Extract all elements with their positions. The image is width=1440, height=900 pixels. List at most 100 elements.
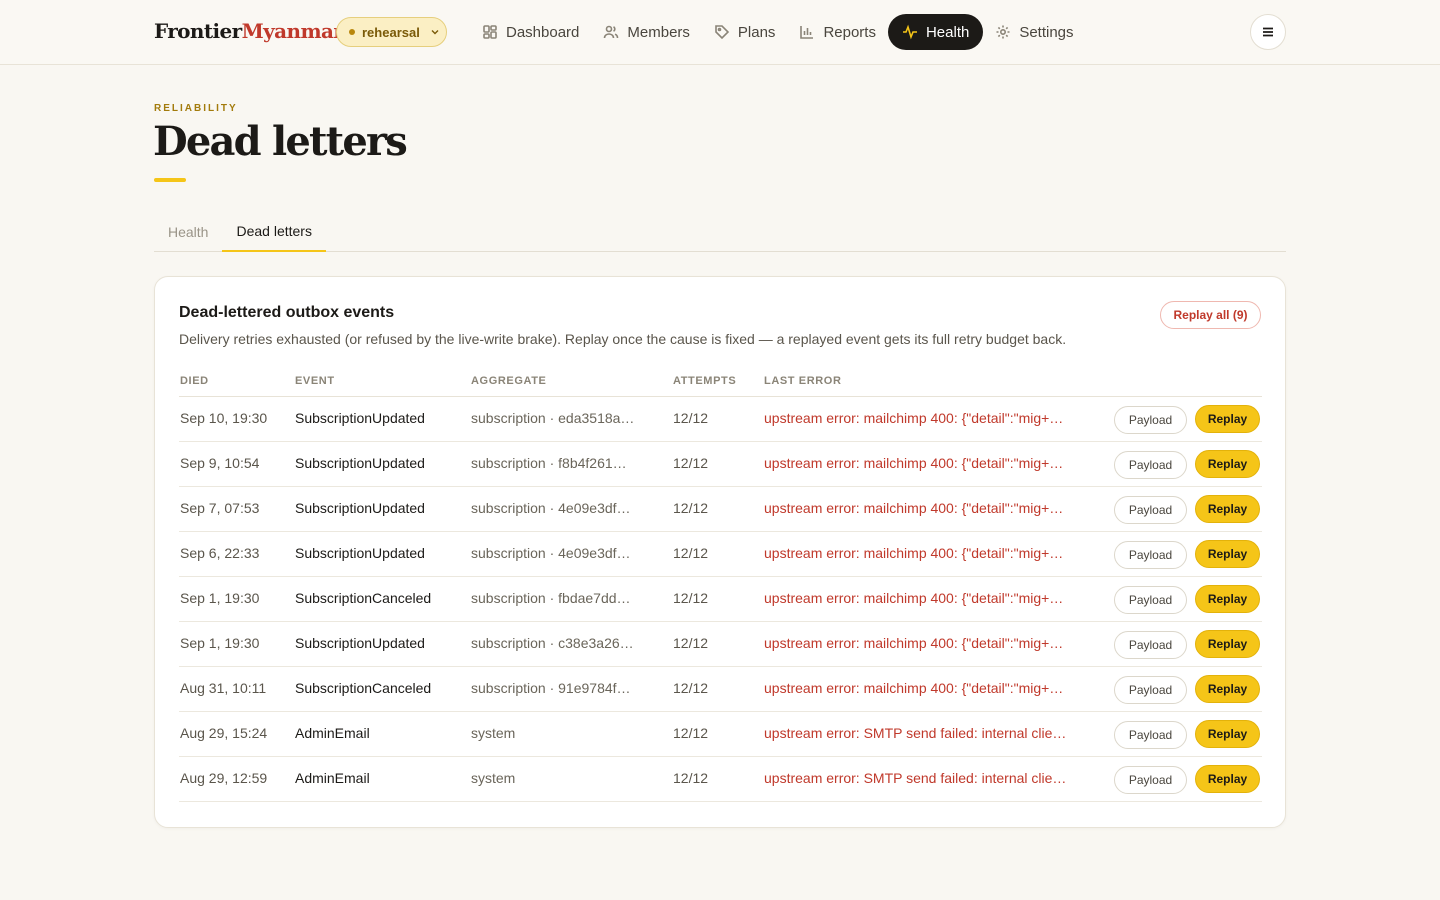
replay-button[interactable]: Replay [1195,675,1260,703]
hamburger-icon [1263,27,1273,37]
replay-button[interactable]: Replay [1195,585,1260,613]
cell-last-error: upstream error: mailchimp 400: {"detail"… [764,590,1064,606]
cell-event: SubscriptionCanceled [295,680,432,696]
tag-icon [715,25,730,40]
cell-aggregate: system [471,770,516,786]
nav-dashboard[interactable]: Dashboard [470,14,591,50]
cell-event: AdminEmail [295,770,370,786]
title-underline [154,178,186,182]
cell-last-error: upstream error: mailchimp 400: {"detail"… [764,500,1064,516]
cell-died: Aug 29, 12:59 [180,770,268,786]
nav-plans[interactable]: Plans [702,14,788,50]
payload-button[interactable]: Payload [1114,406,1187,434]
nav-health[interactable]: Health [887,14,984,50]
cell-event: SubscriptionCanceled [295,590,432,606]
cell-attempts: 12/12 [673,410,709,426]
menu-button[interactable] [1250,14,1286,50]
cell-last-error: upstream error: SMTP send failed: intern… [764,725,1067,741]
nav-health-label: Health [925,23,970,41]
nav-plans-label: Plans [737,23,776,41]
cell-aggregate: subscription · fbdae7dd… [471,590,631,606]
nav-reports[interactable]: Reports [787,14,888,50]
bar-chart-icon [800,26,814,39]
table-row: Sep 1, 19:30 SubscriptionCanceled subscrip… [179,577,1262,622]
table-row: Aug 29, 15:24 AdminEmail system 12/12 upstre… [179,712,1262,757]
nav-settings[interactable]: Settings [983,14,1085,50]
cell-died: Sep 6, 22:33 [180,545,260,561]
replay-button[interactable]: Replay [1195,450,1260,478]
table-row: Aug 29, 12:59 AdminEmail system 12/12 upstre… [179,757,1262,802]
cell-attempts: 12/12 [673,725,709,741]
payload-button[interactable]: Payload [1114,676,1187,704]
col-event: EVENT [295,375,335,387]
replay-button[interactable]: Replay [1195,540,1260,568]
payload-button[interactable]: Payload [1114,496,1187,524]
environment-selector[interactable]: rehearsal [336,17,447,47]
cell-aggregate: subscription · c38e3a26… [471,635,634,651]
cell-attempts: 12/12 [673,545,709,561]
dead-letters-table: DIED EVENT AGGREGATE ATTEMPTS LAST ERROR… [179,367,1262,802]
cell-attempts: 12/12 [673,680,709,696]
payload-button[interactable]: Payload [1114,586,1187,614]
cell-died: Sep 9, 10:54 [180,455,260,471]
cell-last-error: upstream error: mailchimp 400: {"detail"… [764,680,1064,696]
col-last-error: LAST ERROR [764,375,842,387]
replay-button[interactable]: Replay [1195,495,1260,523]
cell-died: Sep 10, 19:30 [180,410,268,426]
replay-button[interactable]: Replay [1195,405,1260,433]
env-status-dot [349,29,355,35]
col-aggregate: AGGREGATE [471,375,547,387]
cell-died: Sep 1, 19:30 [180,590,260,606]
cell-attempts: 12/12 [673,590,709,606]
payload-button[interactable]: Payload [1114,541,1187,569]
gear-icon [996,25,1010,39]
table-row: Sep 1, 19:30 SubscriptionUpdated subscript… [179,622,1262,667]
table-row: Sep 9, 10:54 SubscriptionUpdated subscript… [179,442,1262,487]
brand-part1: Frontier [154,19,242,43]
cell-aggregate: subscription · 91e9784f… [471,680,631,696]
payload-button[interactable]: Payload [1114,766,1187,794]
table-row: Aug 31, 10:11 SubscriptionCanceled subscri… [179,667,1262,712]
cell-attempts: 12/12 [673,500,709,516]
tab-health[interactable]: Health [154,212,222,252]
cell-attempts: 12/12 [673,770,709,786]
cell-last-error: upstream error: SMTP send failed: intern… [764,770,1067,786]
replay-button[interactable]: Replay [1195,720,1260,748]
dead-letters-card: Dead-lettered outbox events Delivery ret… [154,276,1286,828]
table-row: Sep 10, 19:30 SubscriptionUpdated subscrip… [179,397,1262,442]
cell-last-error: upstream error: mailchimp 400: {"detail"… [764,410,1064,426]
brand-logo[interactable]: FrontierMyanmar [154,19,344,43]
tab-dead-letters[interactable]: Dead letters [222,212,326,252]
chevron-down-icon [431,30,439,35]
card-title: Dead-lettered outbox events [179,304,395,321]
main-nav: Dashboard Members Plans Reports Health S… [470,14,1086,50]
payload-button[interactable]: Payload [1114,451,1187,479]
env-label: rehearsal [362,24,420,40]
users-icon [604,25,619,39]
replay-button[interactable]: Replay [1195,765,1260,793]
payload-button[interactable]: Payload [1114,721,1187,749]
cell-last-error: upstream error: mailchimp 400: {"detail"… [764,545,1064,561]
table-row: Sep 6, 22:33 SubscriptionUpdated subscript… [179,532,1262,577]
cell-died: Sep 1, 19:30 [180,635,260,651]
pulse-icon [902,24,917,40]
cell-died: Sep 7, 07:53 [180,500,260,516]
cell-event: SubscriptionUpdated [295,635,425,651]
col-died: DIED [180,375,209,387]
replay-button[interactable]: Replay [1195,630,1260,658]
cell-last-error: upstream error: mailchimp 400: {"detail"… [764,455,1064,471]
replay-all-button[interactable]: Replay all (9) [1160,301,1261,329]
cell-died: Aug 31, 10:11 [180,680,267,696]
cell-aggregate: subscription · f8b4f261… [471,455,627,471]
brand-part2: Myanmar [241,19,344,43]
cell-aggregate: subscription · eda3518a… [471,410,635,426]
nav-settings-label: Settings [1019,23,1074,41]
cell-aggregate: subscription · 4e09e3df… [471,500,631,516]
cell-aggregate: system [471,725,516,741]
nav-members[interactable]: Members [591,14,702,50]
table-row: Sep 7, 07:53 SubscriptionUpdated subscript… [179,487,1262,532]
grid-icon [483,25,497,39]
cell-event: AdminEmail [295,725,370,741]
payload-button[interactable]: Payload [1114,631,1187,659]
card-description: Delivery retries exhausted (or refused b… [179,331,1067,347]
